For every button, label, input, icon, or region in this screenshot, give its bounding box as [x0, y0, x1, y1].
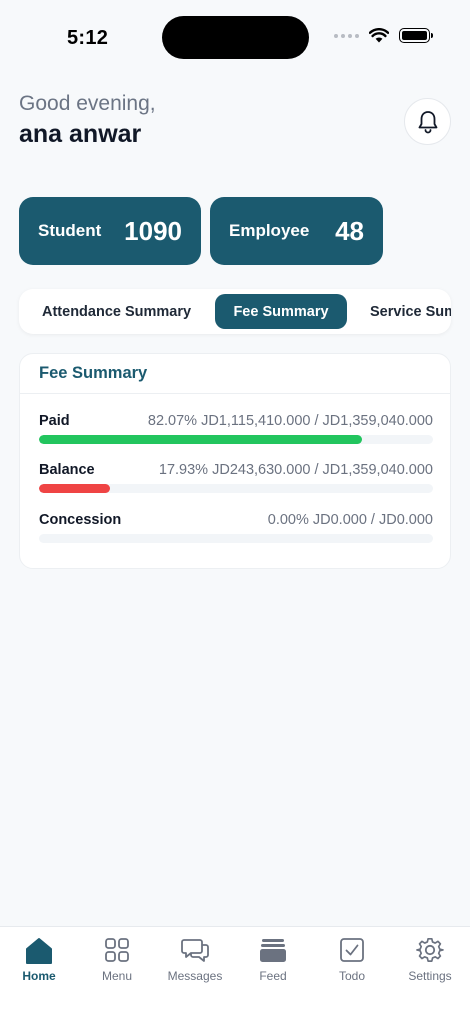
row-label: Concession [39, 512, 122, 528]
nav-label: Menu [101, 969, 133, 983]
tab-fee-summary[interactable]: Fee Summary [215, 294, 347, 329]
status-icons [334, 28, 433, 43]
notifications-button[interactable] [404, 98, 451, 145]
home-icon [24, 935, 54, 965]
nav-label: Settings [408, 969, 452, 983]
stat-label: Student [38, 221, 102, 240]
nav-item-todo[interactable]: Todo [313, 935, 391, 983]
fee-summary-card: Fee Summary Paid 82.07% JD1,115,410.000 … [19, 353, 451, 569]
row-value: 17.93% JD243,630.000 / JD1,359,040.000 [158, 462, 433, 478]
summary-tab-bar[interactable]: Attendance Summary Fee Summary Service S… [19, 289, 451, 334]
nav-item-settings[interactable]: Settings [391, 935, 469, 983]
progress-bar-paid [39, 435, 363, 444]
stat-label: Employee [229, 221, 310, 240]
student-count-card[interactable]: Student 1090 [19, 197, 201, 265]
wifi-icon [369, 28, 389, 43]
nav-label: Messages [167, 969, 223, 983]
battery-icon [399, 28, 433, 43]
employee-count-card[interactable]: Employee 48 [210, 197, 383, 265]
stat-value: 48 [335, 215, 364, 246]
row-value: 82.07% JD1,115,410.000 / JD1,359,040.000 [147, 413, 433, 429]
divider [20, 393, 450, 394]
status-bar: 5:12 [0, 0, 470, 72]
gear-icon [415, 935, 445, 965]
signal-icon [334, 33, 359, 38]
user-name: ana anwar [19, 120, 142, 148]
nav-label: Todo [338, 969, 366, 983]
greeting-text: Good evening, [19, 92, 156, 115]
row-value: 0.00% JD0.000 / JD0.000 [267, 512, 433, 528]
nav-item-menu[interactable]: Menu [78, 935, 156, 983]
checkbox-icon [337, 935, 367, 965]
nav-label: Home [22, 969, 56, 983]
progress-track [39, 435, 433, 444]
nav-item-feed[interactable]: Feed [234, 935, 312, 983]
grid-icon [102, 935, 132, 965]
stat-value: 1090 [124, 215, 182, 246]
tab-service-summary[interactable]: Service Summary [370, 294, 451, 329]
progress-bar-balance [39, 484, 110, 493]
row-label: Paid [39, 413, 70, 429]
tab-attendance-summary[interactable]: Attendance Summary [42, 294, 191, 329]
nav-item-home[interactable]: Home [0, 935, 78, 983]
nav-label: Feed [259, 969, 287, 983]
progress-track [39, 484, 433, 493]
row-label: Balance [39, 462, 95, 478]
dynamic-island [162, 16, 309, 59]
nav-item-messages[interactable]: Messages [156, 935, 234, 983]
card-title: Fee Summary [39, 364, 148, 382]
feed-icon [258, 935, 288, 965]
progress-track [39, 534, 433, 543]
status-time: 5:12 [67, 27, 109, 49]
bottom-nav: Home Menu Messages Feed Todo Settings [0, 926, 470, 1024]
chat-icon [180, 935, 210, 965]
bell-icon [418, 110, 437, 133]
